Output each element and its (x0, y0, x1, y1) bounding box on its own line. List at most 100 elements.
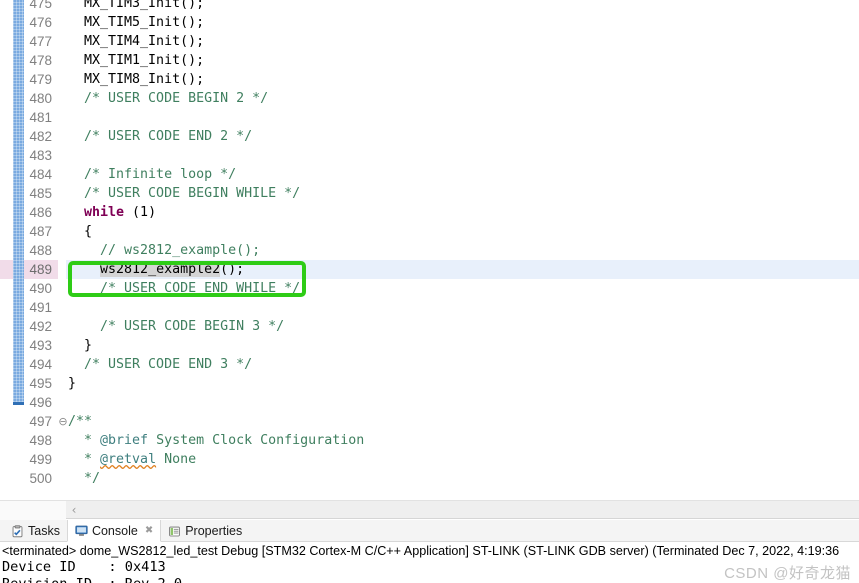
line-number: 491 (29, 300, 52, 315)
line-number: 494 (29, 357, 52, 372)
console-line: Device ID : 0x413 (2, 559, 166, 575)
code-line[interactable]: 487 { (0, 222, 859, 241)
tab-tasks[interactable]: Tasks (4, 520, 67, 542)
code-text[interactable]: /** (68, 412, 92, 431)
code-line[interactable]: 484 /* Infinite loop */ (0, 165, 859, 184)
tab-label: Tasks (28, 524, 60, 538)
tab-properties[interactable]: Properties (161, 520, 249, 542)
line-number: 476 (29, 15, 52, 30)
code-token: /* USER CODE BEGIN 2 */ (68, 91, 269, 106)
line-number: 482 (29, 129, 52, 144)
code-token: // ws2812_example(); (68, 243, 261, 258)
console-launch-header: <terminated> dome_WS2812_led_test Debug … (2, 544, 840, 558)
code-line[interactable]: 490 /* USER CODE END WHILE */ (0, 279, 859, 298)
line-number: 485 (29, 186, 52, 201)
line-number: 487 (29, 224, 52, 239)
fold-collapse-icon[interactable]: ⊖ (58, 412, 68, 431)
line-number: 477 (29, 34, 52, 49)
code-text[interactable]: ws2812_example2(); (68, 260, 244, 279)
code-token: MX_TIM1_Init(); (68, 53, 205, 68)
code-line[interactable]: 475 MX_TIM3_Init(); (0, 0, 859, 13)
tab-label: Properties (185, 524, 243, 538)
code-editor[interactable]: 475 MX_TIM3_Init(); 476 MX_TIM5_Init(); 47… (0, 0, 859, 500)
code-text[interactable]: /* USER CODE BEGIN 2 */ (68, 89, 268, 108)
code-token: MX_TIM4_Init(); (68, 34, 205, 49)
code-line[interactable]: 498 * @brief System Clock Configuration (0, 431, 859, 450)
code-line[interactable]: 493 } (0, 336, 859, 355)
editor-horizontal-scrollbar[interactable]: ‹ (0, 500, 859, 520)
code-text[interactable]: } (68, 374, 76, 393)
code-text[interactable]: // ws2812_example(); (68, 241, 260, 260)
console-icon (75, 524, 88, 537)
code-line[interactable]: 482 /* USER CODE END 2 */ (0, 127, 859, 146)
line-number: 493 (29, 338, 52, 353)
code-token: * (68, 433, 101, 448)
code-line[interactable]: 494 /* USER CODE END 3 */ (0, 355, 859, 374)
code-token: None (156, 452, 197, 467)
code-text[interactable]: /* USER CODE BEGIN WHILE */ (68, 184, 300, 203)
code-line[interactable]: 496 (0, 393, 859, 412)
scroll-left-arrow-icon[interactable]: ‹ (66, 501, 82, 520)
line-number: 488 (29, 243, 52, 258)
code-text[interactable]: /* USER CODE END WHILE */ (68, 279, 300, 298)
code-token: /* Infinite loop */ (68, 167, 237, 182)
code-text[interactable]: while (1) (68, 203, 156, 222)
code-token: /* USER CODE END WHILE */ (68, 281, 301, 296)
code-text[interactable]: MX_TIM8_Init(); (68, 70, 204, 89)
code-text[interactable]: */ (68, 469, 100, 488)
code-text[interactable]: * @retval None (68, 450, 196, 469)
code-line[interactable]: 495} (0, 374, 859, 393)
code-line[interactable]: 478 MX_TIM1_Init(); (0, 51, 859, 70)
line-number: 481 (29, 110, 52, 125)
code-token: MX_TIM5_Init(); (68, 15, 205, 30)
code-text[interactable]: MX_TIM5_Init(); (68, 13, 204, 32)
code-line[interactable]: 476 MX_TIM5_Init(); (0, 13, 859, 32)
tab-console[interactable]: Console ✖ (66, 520, 162, 542)
code-line[interactable]: 477 MX_TIM4_Init(); (0, 32, 859, 51)
code-line[interactable]: 499 * @retval None (0, 450, 859, 469)
code-text[interactable]: MX_TIM4_Init(); (68, 32, 204, 51)
code-line[interactable]: 481 (0, 108, 859, 127)
code-token: MX_TIM8_Init(); (68, 72, 205, 87)
line-number: 475 (29, 0, 52, 11)
code-text[interactable]: { (68, 222, 92, 241)
code-line[interactable]: 492 /* USER CODE BEGIN 3 */ (0, 317, 859, 336)
code-token: /* USER CODE END 3 */ (68, 357, 253, 372)
code-token: { (68, 224, 93, 239)
line-number: 500 (29, 471, 52, 486)
code-text[interactable]: * @brief System Clock Configuration (68, 431, 364, 450)
line-number: 492 (29, 319, 52, 334)
code-text[interactable]: MX_TIM3_Init(); (68, 0, 204, 13)
code-line[interactable]: 488 // ws2812_example(); (0, 241, 859, 260)
line-number: 497 (29, 414, 52, 429)
code-line[interactable]: 480 /* USER CODE BEGIN 2 */ (0, 89, 859, 108)
code-line[interactable]: 479 MX_TIM8_Init(); (0, 70, 859, 89)
code-text[interactable]: MX_TIM1_Init(); (68, 51, 204, 70)
code-text[interactable]: /* USER CODE END 3 */ (68, 355, 252, 374)
code-text[interactable]: } (68, 336, 92, 355)
code-token: (); (220, 262, 245, 277)
tab-label: Console (91, 523, 138, 538)
close-icon[interactable]: ✖ (145, 525, 153, 536)
line-number: 486 (29, 205, 52, 220)
code-text[interactable]: /* Infinite loop */ (68, 165, 236, 184)
code-line[interactable]: 497 ⊖/** (0, 412, 859, 431)
code-text[interactable]: /* USER CODE BEGIN 3 */ (68, 317, 284, 336)
code-token: } (68, 338, 93, 353)
code-text[interactable]: /* USER CODE END 2 */ (68, 127, 252, 146)
code-token: System Clock Configuration (148, 433, 365, 448)
code-line[interactable]: 485 /* USER CODE BEGIN WHILE */ (0, 184, 859, 203)
line-number: 499 (29, 452, 52, 467)
code-line[interactable]: 483 (0, 146, 859, 165)
eclipse-ide-window: 475 MX_TIM3_Init(); 476 MX_TIM5_Init(); 47… (0, 0, 859, 583)
code-token: */ (68, 471, 101, 486)
code-line[interactable]: 500 */ (0, 469, 859, 488)
watermark: CSDN @好奇龙猫 (724, 565, 851, 582)
code-line[interactable]: 486 while (1) (0, 203, 859, 222)
code-line[interactable]: 491 (0, 298, 859, 317)
code-token: while (84, 205, 125, 220)
code-line[interactable]: 489 ws2812_example2(); (0, 260, 859, 279)
bottom-panel-tabbar[interactable]: Tasks Console ✖ Properties (0, 520, 859, 542)
code-lines-container[interactable]: 475 MX_TIM3_Init(); 476 MX_TIM5_Init(); 47… (0, 0, 859, 488)
